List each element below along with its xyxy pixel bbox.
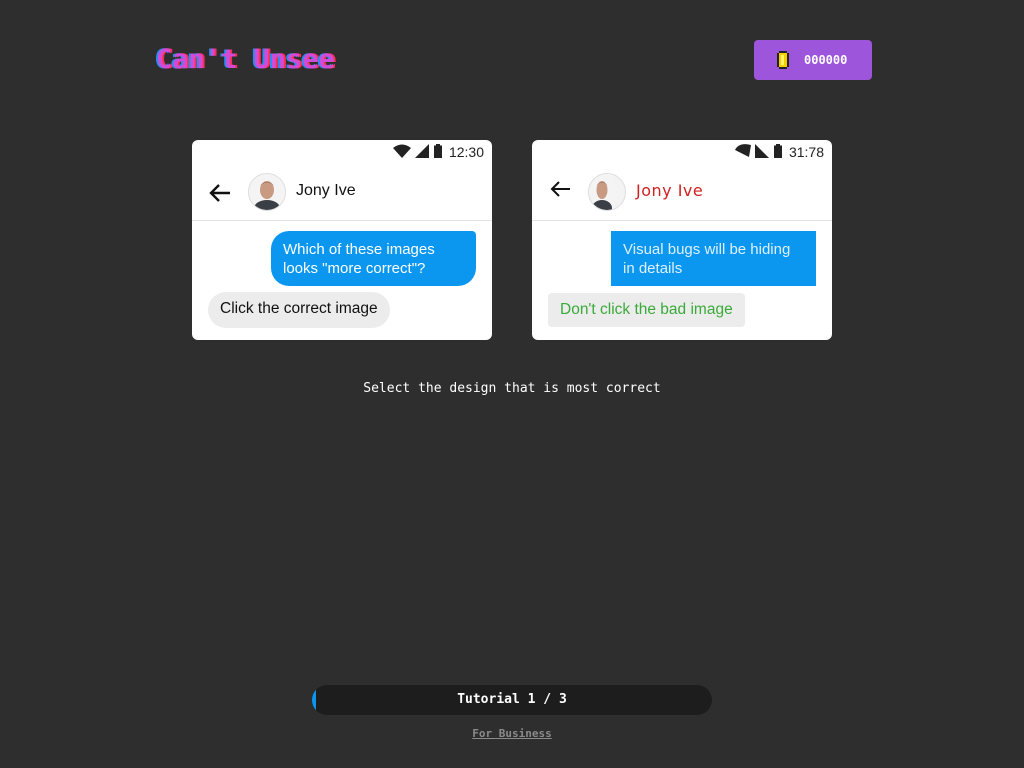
for-business-link[interactable]: For Business bbox=[0, 727, 1024, 740]
outgoing-message: Visual bugs will be hiding in details bbox=[611, 231, 816, 286]
back-arrow-icon bbox=[208, 181, 232, 205]
status-time: 12:30 bbox=[448, 144, 484, 160]
battery-icon bbox=[773, 143, 783, 161]
avatar bbox=[588, 173, 626, 211]
contact-name: Jony Ive bbox=[636, 181, 704, 200]
battery-icon bbox=[433, 143, 443, 161]
back-arrow-icon bbox=[548, 177, 572, 201]
status-time: 31:78 bbox=[788, 144, 824, 160]
outgoing-message: Which of these images looks "more correc… bbox=[271, 231, 476, 286]
app-bar: Jony Ive bbox=[532, 168, 832, 221]
status-bar: 31:78 bbox=[731, 140, 832, 164]
coin-icon bbox=[776, 51, 790, 69]
app-bar: Jony Ive bbox=[192, 168, 492, 221]
design-option-right[interactable]: 31:78 Jony Ive Visual bugs will be hidin… bbox=[532, 140, 832, 340]
avatar bbox=[248, 173, 286, 211]
status-bar: 12:30 bbox=[389, 140, 492, 164]
logo: Can't Unsee bbox=[156, 44, 335, 75]
tutorial-progress: Tutorial 1 / 3 bbox=[312, 685, 712, 715]
coin-count: 000000 bbox=[804, 53, 848, 67]
design-option-left[interactable]: 12:30 Jony Ive Which of these images loo… bbox=[192, 140, 492, 340]
wifi-icon bbox=[734, 143, 751, 161]
incoming-message: Don't click the bad image bbox=[548, 293, 745, 327]
signal-icon bbox=[754, 143, 769, 161]
wifi-icon bbox=[392, 144, 411, 161]
progress-label: Tutorial 1 / 3 bbox=[457, 692, 567, 707]
instruction-text: Select the design that is most correct bbox=[363, 381, 661, 396]
incoming-message: Click the correct image bbox=[208, 292, 390, 328]
signal-icon bbox=[414, 143, 429, 161]
contact-name: Jony Ive bbox=[296, 182, 356, 199]
coins-button[interactable]: 000000 bbox=[754, 40, 872, 80]
